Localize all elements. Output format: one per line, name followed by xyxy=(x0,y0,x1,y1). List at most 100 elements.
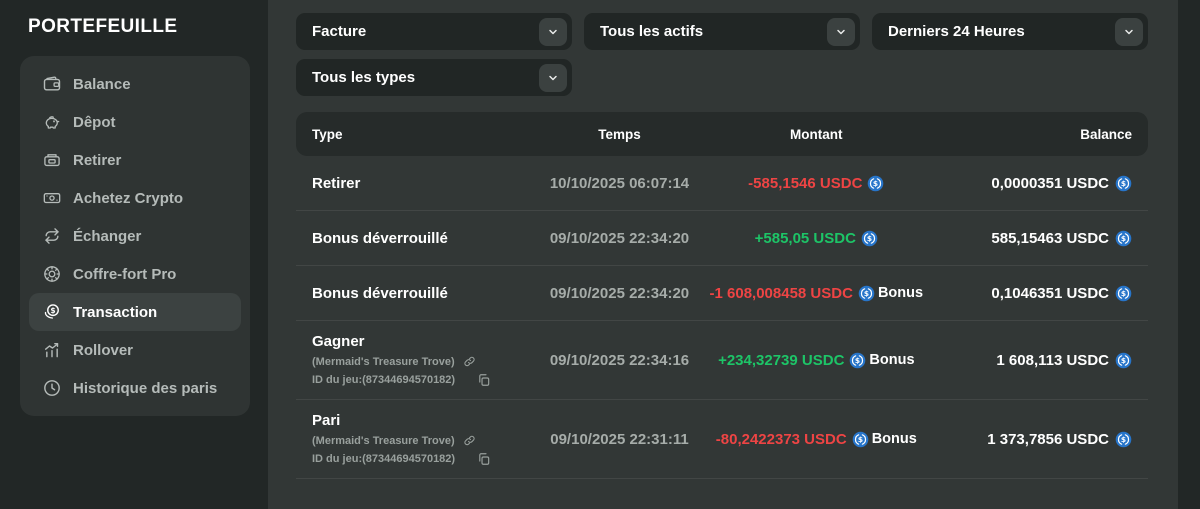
sidebar-item-retirer[interactable]: Retirer xyxy=(29,141,241,179)
transaction-time: 09/10/2025 22:31:11 xyxy=(542,431,698,448)
chevron-down-icon[interactable] xyxy=(539,18,567,46)
game-id: ID du jeu:(87344694570182) xyxy=(312,453,455,465)
game-id-line: ID du jeu:(87344694570182) xyxy=(312,373,542,387)
main-content: Facture Tous les actifs Derniers 24 Heur… xyxy=(268,0,1178,509)
transaction-time: 09/10/2025 22:34:16 xyxy=(542,352,698,369)
usdc-icon xyxy=(1115,230,1132,247)
swap-icon xyxy=(42,226,62,246)
table-row[interactable]: Retirer 10/10/2025 06:07:14 -585,1546 US… xyxy=(296,156,1148,211)
header-type: Type xyxy=(312,127,542,142)
usdc-icon xyxy=(849,352,866,369)
invoice-filter-dropdown[interactable]: Facture xyxy=(296,13,572,50)
sidebar-item-label: Transaction xyxy=(73,304,157,321)
usdc-icon xyxy=(1115,175,1132,192)
sidebar-item-echanger[interactable]: Échanger xyxy=(29,217,241,255)
period-filter-value: Derniers 24 Heures xyxy=(888,23,1025,40)
transaction-type: Bonus déverrouillé xyxy=(312,230,542,247)
table-row[interactable]: Pari (Mermaid's Treasure Trove) ID du je… xyxy=(296,400,1148,479)
chevron-down-icon[interactable] xyxy=(1115,18,1143,46)
asset-filter-dropdown[interactable]: Tous les actifs xyxy=(584,13,860,50)
type-filter-value: Tous les types xyxy=(312,69,415,86)
header-amount: Montant xyxy=(697,127,935,142)
transaction-amount: -80,2422373 USDC xyxy=(716,431,847,448)
table-row[interactable]: Bonus déverrouillé 09/10/2025 22:34:20 +… xyxy=(296,211,1148,266)
header-balance: Balance xyxy=(935,127,1132,142)
table-row[interactable]: Gagner (Mermaid's Treasure Trove) ID du … xyxy=(296,321,1148,400)
sidebar-item-label: Achetez Crypto xyxy=(73,190,183,207)
bonus-tag: Bonus xyxy=(869,352,914,368)
transactions-table: Type Temps Montant Balance Retirer 10/10… xyxy=(296,112,1148,479)
table-row[interactable]: Bonus déverrouillé 09/10/2025 22:34:20 -… xyxy=(296,266,1148,321)
sidebar-item-achetez-crypto[interactable]: Achetez Crypto xyxy=(29,179,241,217)
transaction-time: 09/10/2025 22:34:20 xyxy=(542,230,698,247)
balance-value: 0,1046351 USDC xyxy=(991,285,1109,302)
sidebar-item-label: Rollover xyxy=(73,342,133,359)
copy-icon[interactable] xyxy=(477,373,491,387)
sidebar-item-label: Retirer xyxy=(73,152,121,169)
transaction-amount: +585,05 USDC xyxy=(755,230,856,247)
header-time: Temps xyxy=(542,127,698,142)
sidebar-item-balance[interactable]: Balance xyxy=(29,65,241,103)
sidebar-item-label: Dêpot xyxy=(73,114,116,131)
balance-value: 1 373,7856 USDC xyxy=(987,431,1109,448)
copy-icon[interactable] xyxy=(477,452,491,466)
balance-value: 0,0000351 USDC xyxy=(991,175,1109,192)
usdc-icon xyxy=(861,230,878,247)
chart-icon xyxy=(42,340,62,360)
clock-icon xyxy=(42,378,62,398)
transaction-amount: -585,1546 USDC xyxy=(748,175,862,192)
usdc-icon xyxy=(1115,431,1132,448)
sidebar-item-coffre-fort-pro[interactable]: Coffre-fort Pro xyxy=(29,255,241,293)
invoice-filter-value: Facture xyxy=(312,23,366,40)
balance-value: 585,15463 USDC xyxy=(991,230,1109,247)
transaction-type: Bonus déverrouillé xyxy=(312,285,542,302)
chevron-down-icon[interactable] xyxy=(827,18,855,46)
sidebar-nav: Balance Dêpot Retirer Achetez Crypto Éch… xyxy=(20,56,250,416)
wallet-icon xyxy=(42,74,62,94)
link-icon[interactable] xyxy=(463,355,476,368)
page-title: PORTEFEUILLE xyxy=(28,16,250,38)
usdc-icon xyxy=(858,285,875,302)
link-icon[interactable] xyxy=(463,434,476,447)
usdc-icon xyxy=(852,431,869,448)
sidebar-item-label: Coffre-fort Pro xyxy=(73,266,176,283)
game-name-line: (Mermaid's Treasure Trove) xyxy=(312,434,542,447)
filters-bar: Facture Tous les actifs Derniers 24 Heur… xyxy=(296,13,1148,96)
wallet-sidebar: PORTEFEUILLE Balance Dêpot Retirer Achet… xyxy=(0,0,268,509)
usdc-icon xyxy=(1115,285,1132,302)
sidebar-item-depot[interactable]: Dêpot xyxy=(29,103,241,141)
chevron-down-icon[interactable] xyxy=(539,64,567,92)
transaction-time: 09/10/2025 22:34:20 xyxy=(542,285,698,302)
transaction-type: Gagner xyxy=(312,333,542,350)
coin-icon xyxy=(42,302,62,322)
table-header: Type Temps Montant Balance xyxy=(296,112,1148,156)
sidebar-item-transaction[interactable]: Transaction xyxy=(29,293,241,331)
sidebar-item-rollover[interactable]: Rollover xyxy=(29,331,241,369)
game-name: (Mermaid's Treasure Trove) xyxy=(312,435,455,447)
transaction-amount: +234,32739 USDC xyxy=(718,352,844,369)
period-filter-dropdown[interactable]: Derniers 24 Heures xyxy=(872,13,1148,50)
sidebar-item-historique-des-paris[interactable]: Historique des paris xyxy=(29,369,241,407)
game-name-line: (Mermaid's Treasure Trove) xyxy=(312,355,542,368)
transaction-amount: -1 608,008458 USDC xyxy=(710,285,853,302)
type-filter-dropdown[interactable]: Tous les types xyxy=(296,59,572,96)
vault-icon xyxy=(42,264,62,284)
sidebar-item-label: Échanger xyxy=(73,228,141,245)
sidebar-item-label: Historique des paris xyxy=(73,380,217,397)
game-name: (Mermaid's Treasure Trove) xyxy=(312,356,455,368)
transaction-type: Pari xyxy=(312,412,542,429)
game-id: ID du jeu:(87344694570182) xyxy=(312,374,455,386)
usdc-icon xyxy=(867,175,884,192)
transaction-type: Retirer xyxy=(312,175,542,192)
bonus-tag: Bonus xyxy=(878,285,923,301)
piggy-bank-icon xyxy=(42,112,62,132)
bonus-tag: Bonus xyxy=(872,431,917,447)
banknote-icon xyxy=(42,188,62,208)
table-body: Retirer 10/10/2025 06:07:14 -585,1546 US… xyxy=(296,156,1148,479)
asset-filter-value: Tous les actifs xyxy=(600,23,703,40)
balance-value: 1 608,113 USDC xyxy=(996,352,1109,369)
sidebar-item-label: Balance xyxy=(73,76,131,93)
game-id-line: ID du jeu:(87344694570182) xyxy=(312,452,542,466)
usdc-icon xyxy=(1115,352,1132,369)
transaction-time: 10/10/2025 06:07:14 xyxy=(542,175,698,192)
